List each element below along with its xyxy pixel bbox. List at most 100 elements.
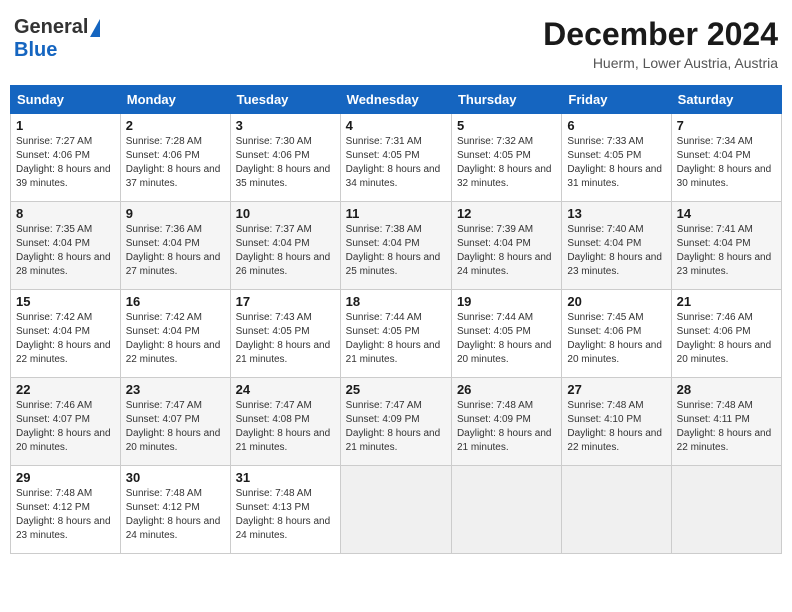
calendar-cell: 30 Sunrise: 7:48 AM Sunset: 4:12 PM Dayl… bbox=[120, 466, 230, 554]
day-info: Sunrise: 7:48 AM Sunset: 4:09 PM Dayligh… bbox=[457, 399, 556, 455]
calendar-cell: 7 Sunrise: 7:34 AM Sunset: 4:04 PM Dayli… bbox=[671, 114, 781, 202]
day-info: Sunrise: 7:33 AM Sunset: 4:05 PM Dayligh… bbox=[567, 135, 665, 191]
day-number: 5 bbox=[457, 118, 556, 133]
daylight: Daylight: 8 hours and 23 minutes. bbox=[677, 252, 772, 277]
calendar-cell: 19 Sunrise: 7:44 AM Sunset: 4:05 PM Dayl… bbox=[451, 290, 561, 378]
day-info: Sunrise: 7:34 AM Sunset: 4:04 PM Dayligh… bbox=[677, 135, 776, 191]
sunrise: Sunrise: 7:42 AM bbox=[16, 312, 92, 323]
day-info: Sunrise: 7:47 AM Sunset: 4:08 PM Dayligh… bbox=[236, 399, 335, 455]
calendar-cell: 14 Sunrise: 7:41 AM Sunset: 4:04 PM Dayl… bbox=[671, 202, 781, 290]
calendar-cell: 28 Sunrise: 7:48 AM Sunset: 4:11 PM Dayl… bbox=[671, 378, 781, 466]
calendar-table: Sunday Monday Tuesday Wednesday Thursday… bbox=[10, 85, 782, 554]
sunset: Sunset: 4:07 PM bbox=[126, 414, 200, 425]
col-sunday: Sunday bbox=[11, 86, 121, 114]
calendar-header-row: Sunday Monday Tuesday Wednesday Thursday… bbox=[11, 86, 782, 114]
day-number: 8 bbox=[16, 206, 115, 221]
header: General Blue December 2024 Huerm, Lower … bbox=[10, 10, 782, 77]
day-info: Sunrise: 7:40 AM Sunset: 4:04 PM Dayligh… bbox=[567, 223, 665, 279]
daylight: Daylight: 8 hours and 26 minutes. bbox=[236, 252, 331, 277]
sunset: Sunset: 4:04 PM bbox=[16, 238, 90, 249]
day-info: Sunrise: 7:47 AM Sunset: 4:09 PM Dayligh… bbox=[346, 399, 446, 455]
day-number: 6 bbox=[567, 118, 665, 133]
logo-triangle-icon bbox=[90, 19, 100, 37]
daylight: Daylight: 8 hours and 22 minutes. bbox=[16, 340, 111, 365]
day-info: Sunrise: 7:48 AM Sunset: 4:12 PM Dayligh… bbox=[16, 487, 115, 543]
day-number: 2 bbox=[126, 118, 225, 133]
sunset: Sunset: 4:05 PM bbox=[457, 326, 531, 337]
sunrise: Sunrise: 7:33 AM bbox=[567, 136, 643, 147]
col-tuesday: Tuesday bbox=[230, 86, 340, 114]
daylight: Daylight: 8 hours and 22 minutes. bbox=[677, 428, 772, 453]
sunrise: Sunrise: 7:47 AM bbox=[346, 400, 422, 411]
calendar-week-row-1: 1 Sunrise: 7:27 AM Sunset: 4:06 PM Dayli… bbox=[11, 114, 782, 202]
sunrise: Sunrise: 7:44 AM bbox=[457, 312, 533, 323]
day-number: 20 bbox=[567, 294, 665, 309]
day-number: 29 bbox=[16, 470, 115, 485]
day-number: 3 bbox=[236, 118, 335, 133]
day-number: 17 bbox=[236, 294, 335, 309]
sunset: Sunset: 4:06 PM bbox=[16, 150, 90, 161]
sunrise: Sunrise: 7:48 AM bbox=[16, 488, 92, 499]
sunset: Sunset: 4:12 PM bbox=[126, 502, 200, 513]
day-info: Sunrise: 7:28 AM Sunset: 4:06 PM Dayligh… bbox=[126, 135, 225, 191]
calendar-cell bbox=[451, 466, 561, 554]
calendar-cell: 18 Sunrise: 7:44 AM Sunset: 4:05 PM Dayl… bbox=[340, 290, 451, 378]
day-info: Sunrise: 7:47 AM Sunset: 4:07 PM Dayligh… bbox=[126, 399, 225, 455]
calendar-cell: 12 Sunrise: 7:39 AM Sunset: 4:04 PM Dayl… bbox=[451, 202, 561, 290]
sunset: Sunset: 4:04 PM bbox=[677, 238, 751, 249]
daylight: Daylight: 8 hours and 27 minutes. bbox=[126, 252, 221, 277]
calendar-cell: 24 Sunrise: 7:47 AM Sunset: 4:08 PM Dayl… bbox=[230, 378, 340, 466]
daylight: Daylight: 8 hours and 39 minutes. bbox=[16, 164, 111, 189]
daylight: Daylight: 8 hours and 21 minutes. bbox=[236, 428, 331, 453]
day-info: Sunrise: 7:44 AM Sunset: 4:05 PM Dayligh… bbox=[457, 311, 556, 367]
day-info: Sunrise: 7:37 AM Sunset: 4:04 PM Dayligh… bbox=[236, 223, 335, 279]
calendar-cell: 20 Sunrise: 7:45 AM Sunset: 4:06 PM Dayl… bbox=[562, 290, 671, 378]
calendar-week-row-2: 8 Sunrise: 7:35 AM Sunset: 4:04 PM Dayli… bbox=[11, 202, 782, 290]
daylight: Daylight: 8 hours and 28 minutes. bbox=[16, 252, 111, 277]
day-info: Sunrise: 7:43 AM Sunset: 4:05 PM Dayligh… bbox=[236, 311, 335, 367]
daylight: Daylight: 8 hours and 23 minutes. bbox=[16, 516, 111, 541]
sunset: Sunset: 4:05 PM bbox=[567, 150, 641, 161]
sunset: Sunset: 4:04 PM bbox=[457, 238, 531, 249]
sunset: Sunset: 4:05 PM bbox=[457, 150, 531, 161]
day-number: 10 bbox=[236, 206, 335, 221]
day-number: 31 bbox=[236, 470, 335, 485]
sunrise: Sunrise: 7:32 AM bbox=[457, 136, 533, 147]
day-info: Sunrise: 7:31 AM Sunset: 4:05 PM Dayligh… bbox=[346, 135, 446, 191]
sunset: Sunset: 4:05 PM bbox=[346, 150, 420, 161]
daylight: Daylight: 8 hours and 30 minutes. bbox=[677, 164, 772, 189]
daylight: Daylight: 8 hours and 31 minutes. bbox=[567, 164, 662, 189]
sunrise: Sunrise: 7:48 AM bbox=[567, 400, 643, 411]
day-number: 28 bbox=[677, 382, 776, 397]
day-info: Sunrise: 7:42 AM Sunset: 4:04 PM Dayligh… bbox=[126, 311, 225, 367]
day-number: 30 bbox=[126, 470, 225, 485]
calendar-cell: 11 Sunrise: 7:38 AM Sunset: 4:04 PM Dayl… bbox=[340, 202, 451, 290]
title-area: December 2024 Huerm, Lower Austria, Aust… bbox=[543, 16, 778, 71]
sunrise: Sunrise: 7:48 AM bbox=[457, 400, 533, 411]
calendar-cell: 6 Sunrise: 7:33 AM Sunset: 4:05 PM Dayli… bbox=[562, 114, 671, 202]
daylight: Daylight: 8 hours and 35 minutes. bbox=[236, 164, 331, 189]
sunrise: Sunrise: 7:40 AM bbox=[567, 224, 643, 235]
sunrise: Sunrise: 7:36 AM bbox=[126, 224, 202, 235]
calendar-cell: 9 Sunrise: 7:36 AM Sunset: 4:04 PM Dayli… bbox=[120, 202, 230, 290]
sunset: Sunset: 4:10 PM bbox=[567, 414, 641, 425]
calendar-cell: 3 Sunrise: 7:30 AM Sunset: 4:06 PM Dayli… bbox=[230, 114, 340, 202]
sunrise: Sunrise: 7:27 AM bbox=[16, 136, 92, 147]
sunrise: Sunrise: 7:43 AM bbox=[236, 312, 312, 323]
day-number: 4 bbox=[346, 118, 446, 133]
daylight: Daylight: 8 hours and 21 minutes. bbox=[346, 340, 441, 365]
day-number: 23 bbox=[126, 382, 225, 397]
sunset: Sunset: 4:06 PM bbox=[567, 326, 641, 337]
day-info: Sunrise: 7:48 AM Sunset: 4:12 PM Dayligh… bbox=[126, 487, 225, 543]
calendar-week-row-5: 29 Sunrise: 7:48 AM Sunset: 4:12 PM Dayl… bbox=[11, 466, 782, 554]
day-number: 15 bbox=[16, 294, 115, 309]
daylight: Daylight: 8 hours and 20 minutes. bbox=[567, 340, 662, 365]
daylight: Daylight: 8 hours and 20 minutes. bbox=[457, 340, 552, 365]
calendar-cell: 31 Sunrise: 7:48 AM Sunset: 4:13 PM Dayl… bbox=[230, 466, 340, 554]
daylight: Daylight: 8 hours and 37 minutes. bbox=[126, 164, 221, 189]
sunset: Sunset: 4:08 PM bbox=[236, 414, 310, 425]
day-info: Sunrise: 7:30 AM Sunset: 4:06 PM Dayligh… bbox=[236, 135, 335, 191]
sunrise: Sunrise: 7:39 AM bbox=[457, 224, 533, 235]
sunrise: Sunrise: 7:30 AM bbox=[236, 136, 312, 147]
calendar-cell: 17 Sunrise: 7:43 AM Sunset: 4:05 PM Dayl… bbox=[230, 290, 340, 378]
